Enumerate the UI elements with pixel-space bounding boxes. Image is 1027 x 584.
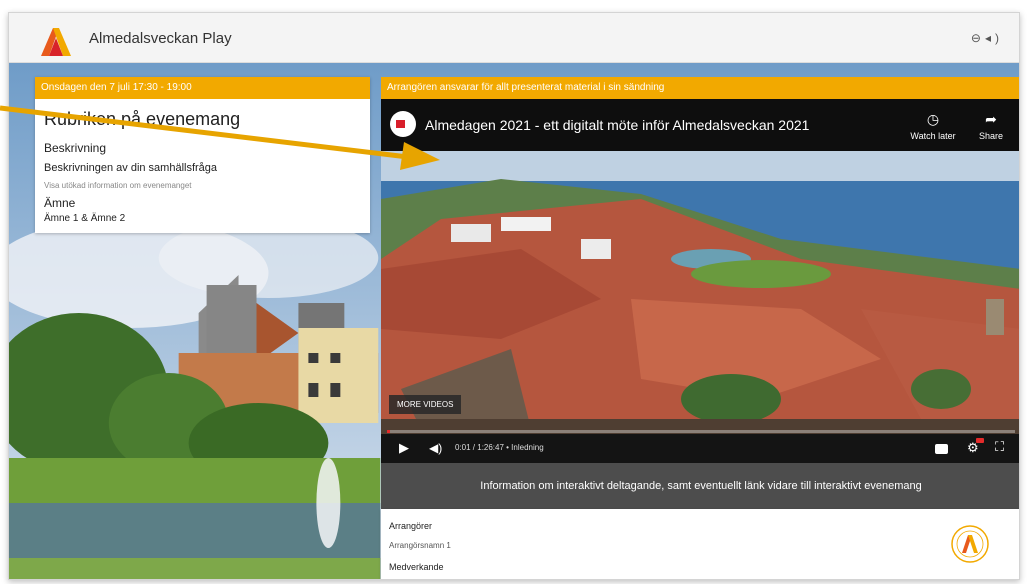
almedalsveckan-logo[interactable]	[41, 28, 71, 56]
app-window: Almedalsveckan Play ⊖◂) Onsdagen den 7 j…	[8, 12, 1020, 580]
player-controls: ▶ ◀) 0:01 / 1:26:47 • Inledning ⚙ ⛶	[381, 434, 1019, 463]
video-player[interactable]: Almedagen 2021 - ett digitalt möte inför…	[381, 99, 1020, 463]
organizers-heading: Arrangörer	[389, 521, 433, 531]
event-title: Rubriken på evenemang	[44, 109, 241, 129]
participants-heading: Medverkande	[389, 562, 444, 572]
channel-avatar[interactable]	[390, 111, 416, 137]
volume-icon[interactable]: ◂)	[985, 31, 1003, 45]
interactive-info-text: Information om interaktivt deltagande, s…	[480, 480, 922, 492]
watch-later-button[interactable]: ◷ Watch later	[903, 111, 963, 141]
more-videos-button[interactable]: MORE VIDEOS	[389, 395, 462, 414]
play-icon[interactable]: ▶	[399, 440, 409, 456]
organizer-name: Arrangörsnamn 1	[389, 541, 451, 550]
event-date: Onsdagen den 7 juli 17:30 - 19:00	[35, 77, 370, 99]
clock-icon: ◷	[926, 111, 940, 127]
topic-value: Ämne 1 & Ämne 2	[44, 213, 126, 224]
subtitles-icon[interactable]	[935, 444, 948, 454]
fullscreen-icon[interactable]: ⛶	[995, 439, 1004, 455]
watch-later-label: Watch later	[910, 131, 956, 141]
header-icons: ⊖◂)	[971, 31, 1003, 45]
show-more-link[interactable]: Visa utökad information om evenemanget	[44, 181, 192, 190]
top-bar: Almedalsveckan Play ⊖◂)	[9, 13, 1019, 63]
disclaimer-bar: Arrangören ansvarar för allt presenterat…	[381, 77, 1019, 99]
video-frame[interactable]	[381, 99, 1020, 463]
globe-icon[interactable]: ⊖	[971, 31, 985, 45]
share-label: Share	[978, 131, 1004, 141]
organizer-details: Arrangörer Arrangörsnamn 1 Medverkande	[381, 509, 1019, 579]
video-title[interactable]: Almedagen 2021 - ett digitalt möte inför…	[425, 117, 809, 133]
progress-fill	[387, 430, 391, 433]
app-title: Almedalsveckan Play	[89, 30, 232, 47]
share-button[interactable]: ➦ Share	[971, 111, 1011, 141]
time-display: 0:01 / 1:26:47 • Inledning	[455, 443, 544, 452]
video-header: Almedagen 2021 - ett digitalt möte inför…	[381, 99, 1019, 151]
almedalsveckan-seal-logo	[951, 525, 989, 563]
hd-badge	[976, 438, 984, 443]
progress-bar[interactable]	[387, 430, 1015, 433]
description-text: Beskrivningen av din samhällsfråga	[44, 162, 218, 174]
description-heading: Beskrivning	[44, 141, 107, 155]
event-card: Onsdagen den 7 juli 17:30 - 19:00 Rubrik…	[35, 77, 370, 233]
volume-icon[interactable]: ◀)	[429, 441, 442, 455]
topic-heading: Ämne	[44, 196, 76, 210]
share-icon: ➦	[985, 111, 997, 127]
video-panel: Arrangören ansvarar för allt presenterat…	[381, 77, 1020, 579]
interactive-info-bar[interactable]: Information om interaktivt deltagande, s…	[381, 463, 1019, 509]
